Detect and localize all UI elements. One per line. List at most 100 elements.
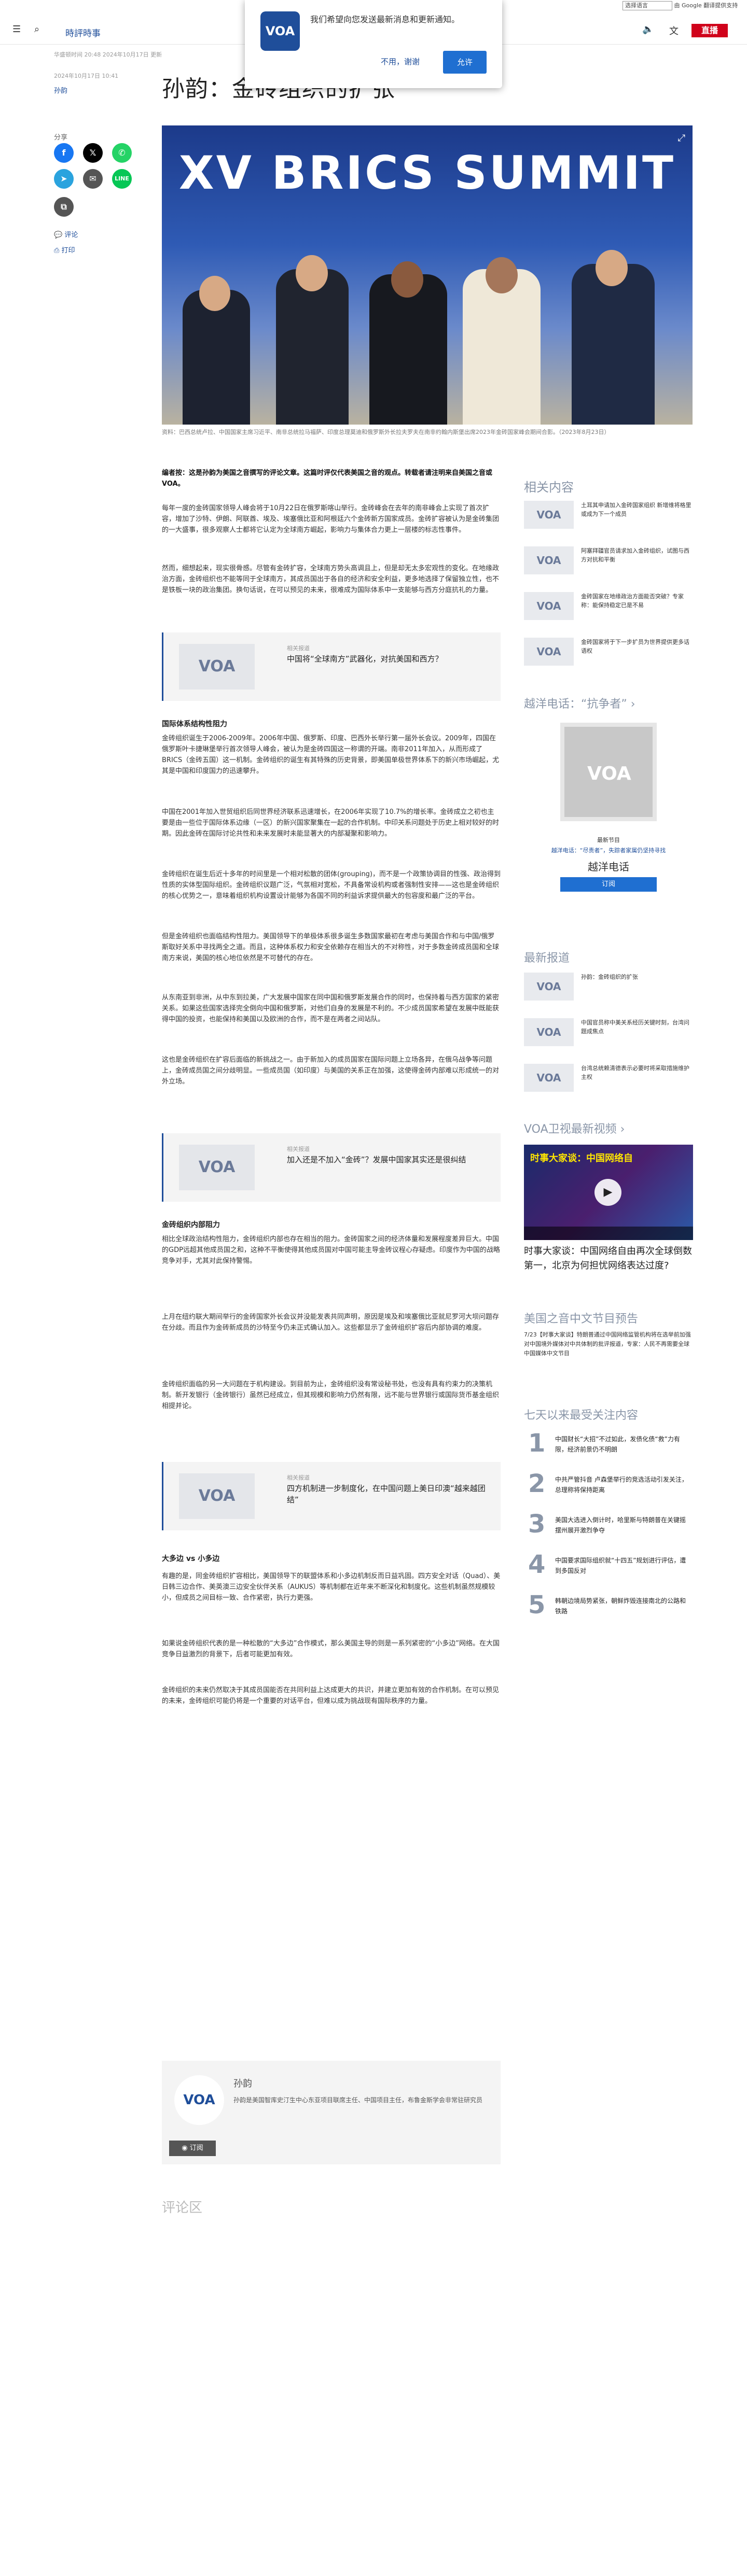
- latest-text[interactable]: 台湾总统赖清德表示必要时将采取措施维护主权: [581, 1064, 693, 1081]
- hero-image: XV BRICS SUMMIT ⤢: [162, 125, 693, 425]
- article-paragraph: 金砖组织的未来仍然取决于其成员国能否在共同利益上达成更大的共识，并建立更加有效的…: [162, 1686, 500, 1705]
- rail-related-text[interactable]: 金砖国家在地缘政治方面能否突破？专家称：能保持稳定已是不易: [581, 592, 693, 610]
- facebook-icon[interactable]: f: [54, 143, 74, 163]
- rail-related-heading: 相关内容: [524, 480, 574, 495]
- section-link[interactable]: 時評時事: [65, 26, 101, 39]
- latest-text[interactable]: 孙韵：金砖组织的扩张: [581, 973, 693, 981]
- person-head: [486, 257, 518, 293]
- related-article-card[interactable]: VOA 相关报道 加入还是不加入“金砖”？发展中国家其实还是很纠结: [162, 1133, 501, 1202]
- rank-number: 5: [528, 1590, 546, 1620]
- x-icon[interactable]: 𝕏: [83, 143, 103, 163]
- article-paragraph: 从东南亚到非洲，从中东到拉美，广大发展中国家在同中国和俄罗斯发展合作的同时，也保…: [162, 994, 500, 1023]
- video-heading[interactable]: VOA卫视最新视频 ›: [524, 1120, 625, 1136]
- language-select[interactable]: 选择语言: [622, 1, 672, 10]
- latest-heading: 最新报道: [524, 952, 570, 965]
- related-title[interactable]: 中国将“全球南方”武器化，对抗美国和西方？: [287, 653, 489, 665]
- comment-link[interactable]: 💬 评论: [54, 229, 78, 239]
- related-article-card[interactable]: VOA 相关报道 中国将“全球南方”武器化，对抗美国和西方？: [162, 632, 501, 701]
- allow-button[interactable]: 允许: [443, 51, 487, 74]
- copy-link-icon[interactable]: ⧉: [54, 197, 74, 217]
- expand-icon[interactable]: ⤢: [678, 133, 685, 144]
- speaker-icon[interactable]: 🔈: [642, 24, 654, 35]
- hotline-widget: VOA 最新节目 越洋电话：“尽责者”，失踪者家属仍坚持寻找 越洋电话 订阅: [524, 703, 693, 932]
- article-paragraph: 中国在2001年加入世贸组织后同世界经济联系迅速增长，在2006年实现了10.7…: [162, 808, 500, 838]
- popular-item[interactable]: 韩朝边境局势紧张，朝鲜炸毁连接南北的公路和铁路: [555, 1596, 691, 1616]
- video-heading-label: VOA卫视最新视频: [524, 1123, 617, 1136]
- rail-related-item[interactable]: VOA 金砖国家在地缘政治方面能否突破？专家称：能保持稳定已是不易: [524, 588, 693, 623]
- article-date: 2024年10月17日 10:41: [54, 73, 119, 79]
- podcast-desc[interactable]: 7/23【时事大家谈】特朗普通过中国网络监管机构将在选举前加强对中国境外媒体对中…: [524, 1330, 693, 1358]
- line-icon[interactable]: LINE: [112, 169, 132, 189]
- person-head: [296, 255, 328, 291]
- popular-item[interactable]: 美国大选进入倒计时，哈里斯与特朗普在关键摇摆州展开激烈争夺: [555, 1515, 691, 1536]
- rail-thumbnail: VOA: [524, 592, 574, 620]
- latest-text[interactable]: 中国官员称中美关系经历关键时刻，台湾问题成焦点: [581, 1018, 693, 1036]
- podcast-heading: 美国之音中文节目预告: [524, 1313, 639, 1326]
- telegram-icon[interactable]: ➤: [54, 169, 74, 189]
- hotline-name: 越洋电话: [588, 861, 629, 873]
- rail-related-item[interactable]: VOA 土耳其申请加入金砖国家组织 新增维将格里或成为下一个成员: [524, 497, 693, 532]
- comment-link-label: 评论: [64, 231, 78, 239]
- article-paragraph: 但是金砖组织也面临结构性阻力。美国领导下的单极体系很多诞生多数国家最初在考虑与美…: [162, 933, 500, 962]
- play-icon[interactable]: ▶: [594, 1179, 621, 1206]
- author-subscribe-label: 订阅: [189, 2144, 203, 2152]
- person-head: [391, 261, 423, 298]
- rank-number: 1: [528, 1429, 546, 1458]
- latest-item[interactable]: VOA 中国官员称中美关系经历关键时刻，台湾问题成焦点: [524, 1014, 693, 1049]
- author-subscribe-button[interactable]: ◉ 订阅: [169, 2141, 216, 2156]
- latest-item[interactable]: VOA 孙韵：金砖组织的扩张: [524, 968, 693, 1004]
- share-label: 分享: [54, 134, 68, 142]
- notification-message: 我们希望向您发送最新消息和更新通知。: [310, 15, 460, 24]
- decline-button[interactable]: 不用，谢谢: [381, 56, 420, 67]
- related-title[interactable]: 四方机制进一步制度化，在中国问题上美日印澳“越来越团结”: [287, 1483, 489, 1505]
- article-paragraph: 这也是金砖组织在扩容后面临的新挑战之一。由于新加入的成员国家在国际问题上立场各异…: [162, 1056, 500, 1086]
- search-icon[interactable]: ⌕: [34, 24, 39, 35]
- rail-related-text[interactable]: 土耳其申请加入金砖国家组织 新增维将格里或成为下一个成员: [581, 501, 693, 518]
- rank-number: 4: [528, 1550, 546, 1579]
- video-caption[interactable]: 时事大家谈：中国网络自由再次全球倒数第一，北京为何担忧网络表达过度?: [524, 1244, 693, 1273]
- language-icon[interactable]: 文: [669, 24, 679, 37]
- article-meta: 华盛顿时间 20:48 2024年10月17日 更新: [54, 51, 162, 58]
- popular-item[interactable]: 中共严管抖音 卢森堡举行的竞选活动引发关注，总理称将保持距离: [555, 1474, 691, 1495]
- section-heading: 大多边 vs 小多边: [162, 1555, 220, 1563]
- live-button[interactable]: 直播: [691, 24, 728, 37]
- print-link-label: 打印: [61, 247, 75, 255]
- rail-related-text[interactable]: 阿塞拜疆官员请求加入金砖组织，试图与西方对抗和平衡: [581, 546, 693, 564]
- hotline-subscribe-button[interactable]: 订阅: [560, 877, 657, 892]
- rail-thumbnail: VOA: [524, 501, 574, 529]
- google-translate-bar: 选择语言 由 Google 翻译提供支持: [622, 1, 738, 10]
- rail-related-text[interactable]: 金砖国家将于下一步扩员为世界提供更多话语权: [581, 638, 693, 655]
- popular-item[interactable]: 中国财长“大招”不过如此，发债化债“救”力有限，经济前景仍不明朗: [555, 1434, 691, 1455]
- article-paragraph: 金砖组织诞生于2006-2009年。2006年中国、俄罗斯、印度、巴西外长举行第…: [162, 735, 500, 775]
- rail-thumbnail: VOA: [524, 638, 574, 666]
- voa-logo: VOA: [260, 11, 300, 51]
- hotline-label: 最新节目: [597, 837, 620, 843]
- google-translate-credit: 由 Google 翻译提供支持: [674, 2, 738, 9]
- print-link[interactable]: ⎙ 打印: [54, 245, 75, 255]
- rank-number: 2: [528, 1469, 546, 1498]
- video-player[interactable]: 时事大家谈：中国网络自 ▶: [524, 1145, 693, 1240]
- video-controls[interactable]: [524, 1227, 693, 1240]
- author-name[interactable]: 孙韵: [233, 2076, 252, 2090]
- related-label: 相关报道: [287, 1474, 310, 1481]
- article-author-link[interactable]: 孙韵: [54, 85, 67, 95]
- latest-item[interactable]: VOA 台湾总统赖清德表示必要时将采取措施维护主权: [524, 1060, 693, 1095]
- article-paragraph: 金砖组织面临的另一大问题在于机构建设。到目前为止，金砖组织没有常设秘书处，也没有…: [162, 1381, 500, 1410]
- rail-thumbnail: VOA: [524, 1018, 574, 1046]
- rail-related-item[interactable]: VOA 阿塞拜疆官员请求加入金砖组织，试图与西方对抗和平衡: [524, 542, 693, 578]
- avatar: VOA: [174, 2075, 224, 2125]
- hotline-desc[interactable]: 越洋电话：“尽责者”，失踪者家属仍坚持寻找: [524, 846, 693, 854]
- person-head: [596, 250, 628, 286]
- hotline-image[interactable]: VOA: [560, 723, 657, 821]
- rail-thumbnail: VOA: [524, 973, 574, 1001]
- related-article-card[interactable]: VOA 相关报道 四方机制进一步制度化，在中国问题上美日印澳“越来越团结”: [162, 1462, 501, 1530]
- article-paragraph: 相比全球政治结构性阻力，金砖组织内部也存在相当的阻力。金砖国家之间的经济体量和发…: [162, 1235, 500, 1265]
- rail-thumbnail: VOA: [524, 1064, 574, 1092]
- related-title[interactable]: 加入还是不加入“金砖”？发展中国家其实还是很纠结: [287, 1154, 489, 1165]
- popular-item[interactable]: 中国要求国际组织就“十四五”规划进行评估，遭到多国反对: [555, 1555, 691, 1576]
- whatsapp-icon[interactable]: ✆: [112, 143, 132, 163]
- email-icon[interactable]: ✉: [83, 169, 103, 189]
- menu-icon[interactable]: ☰: [12, 24, 21, 35]
- article-paragraph: 每年一度的金砖国家领导人峰会将于10月22日在俄罗斯喀山举行。金砖峰会在去年的南…: [162, 504, 500, 534]
- rail-related-item[interactable]: VOA 金砖国家将于下一步扩员为世界提供更多话语权: [524, 634, 693, 669]
